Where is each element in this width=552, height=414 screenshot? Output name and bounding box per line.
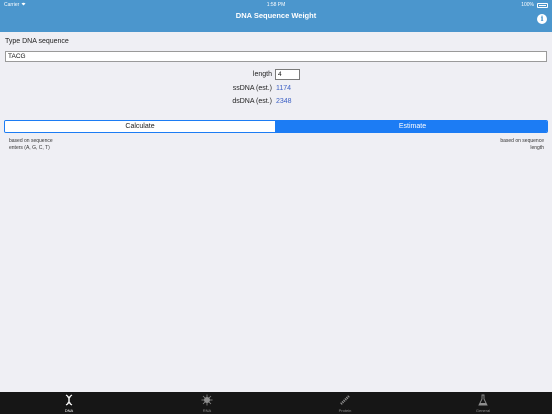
tab-protein-label: Protein [338, 408, 352, 413]
flask-icon [478, 394, 488, 406]
sequence-label: Type DNA sequence [5, 38, 69, 45]
ssdna-row: ssDNA (est.) 1174 [0, 85, 552, 95]
tab-general-label: General [475, 408, 491, 413]
dsdna-value: 2348 [276, 98, 292, 105]
tab-protein[interactable]: Protein [276, 392, 414, 414]
calculate-segment[interactable]: Calculate [5, 121, 276, 132]
battery-icon [537, 2, 548, 8]
estimate-hint-line1: based on sequence [500, 138, 544, 144]
tab-dna[interactable]: DNA [0, 392, 138, 414]
calculate-hint-line2: enters (A, G, C, T) [9, 144, 50, 151]
ssdna-value: 1174 [276, 85, 292, 92]
tab-rna[interactable]: RNA [138, 392, 276, 414]
tab-general[interactable]: General [414, 392, 552, 414]
tab-dna-label: DNA [64, 408, 74, 413]
status-battery: 100% [521, 2, 548, 8]
ssdna-label: ssDNA (est.) [232, 85, 272, 92]
battery-percent: 100% [521, 2, 534, 8]
length-label: length [252, 71, 272, 78]
dna-icon [65, 394, 73, 406]
navigation-bar: Carrier 1:58 PM 100% DNA Sequence Weight… [0, 0, 552, 32]
dsdna-row: dsDNA (est.) 2348 [0, 98, 552, 108]
dsdna-label: dsDNA (est.) [232, 98, 272, 105]
info-button[interactable]: i [537, 14, 547, 24]
calculate-hint-line1: based on sequence [9, 138, 53, 144]
rna-icon [201, 394, 213, 406]
status-time: 1:58 PM [266, 2, 286, 8]
estimate-hint-line2: length [530, 144, 544, 151]
estimate-hint: based on sequence length [500, 138, 544, 151]
protein-icon [340, 395, 350, 405]
sequence-input[interactable] [5, 51, 547, 62]
length-input[interactable] [275, 69, 300, 80]
tab-rna-label: RNA [202, 408, 212, 413]
tab-bar: DNA RNA Protein General [0, 392, 552, 414]
estimate-segment[interactable]: Estimate [276, 121, 547, 132]
mode-segmented-control: Calculate Estimate [4, 120, 548, 133]
calculate-hint: based on sequence enters (A, G, C, T) [9, 138, 53, 151]
page-title: DNA Sequence Weight [235, 11, 317, 20]
